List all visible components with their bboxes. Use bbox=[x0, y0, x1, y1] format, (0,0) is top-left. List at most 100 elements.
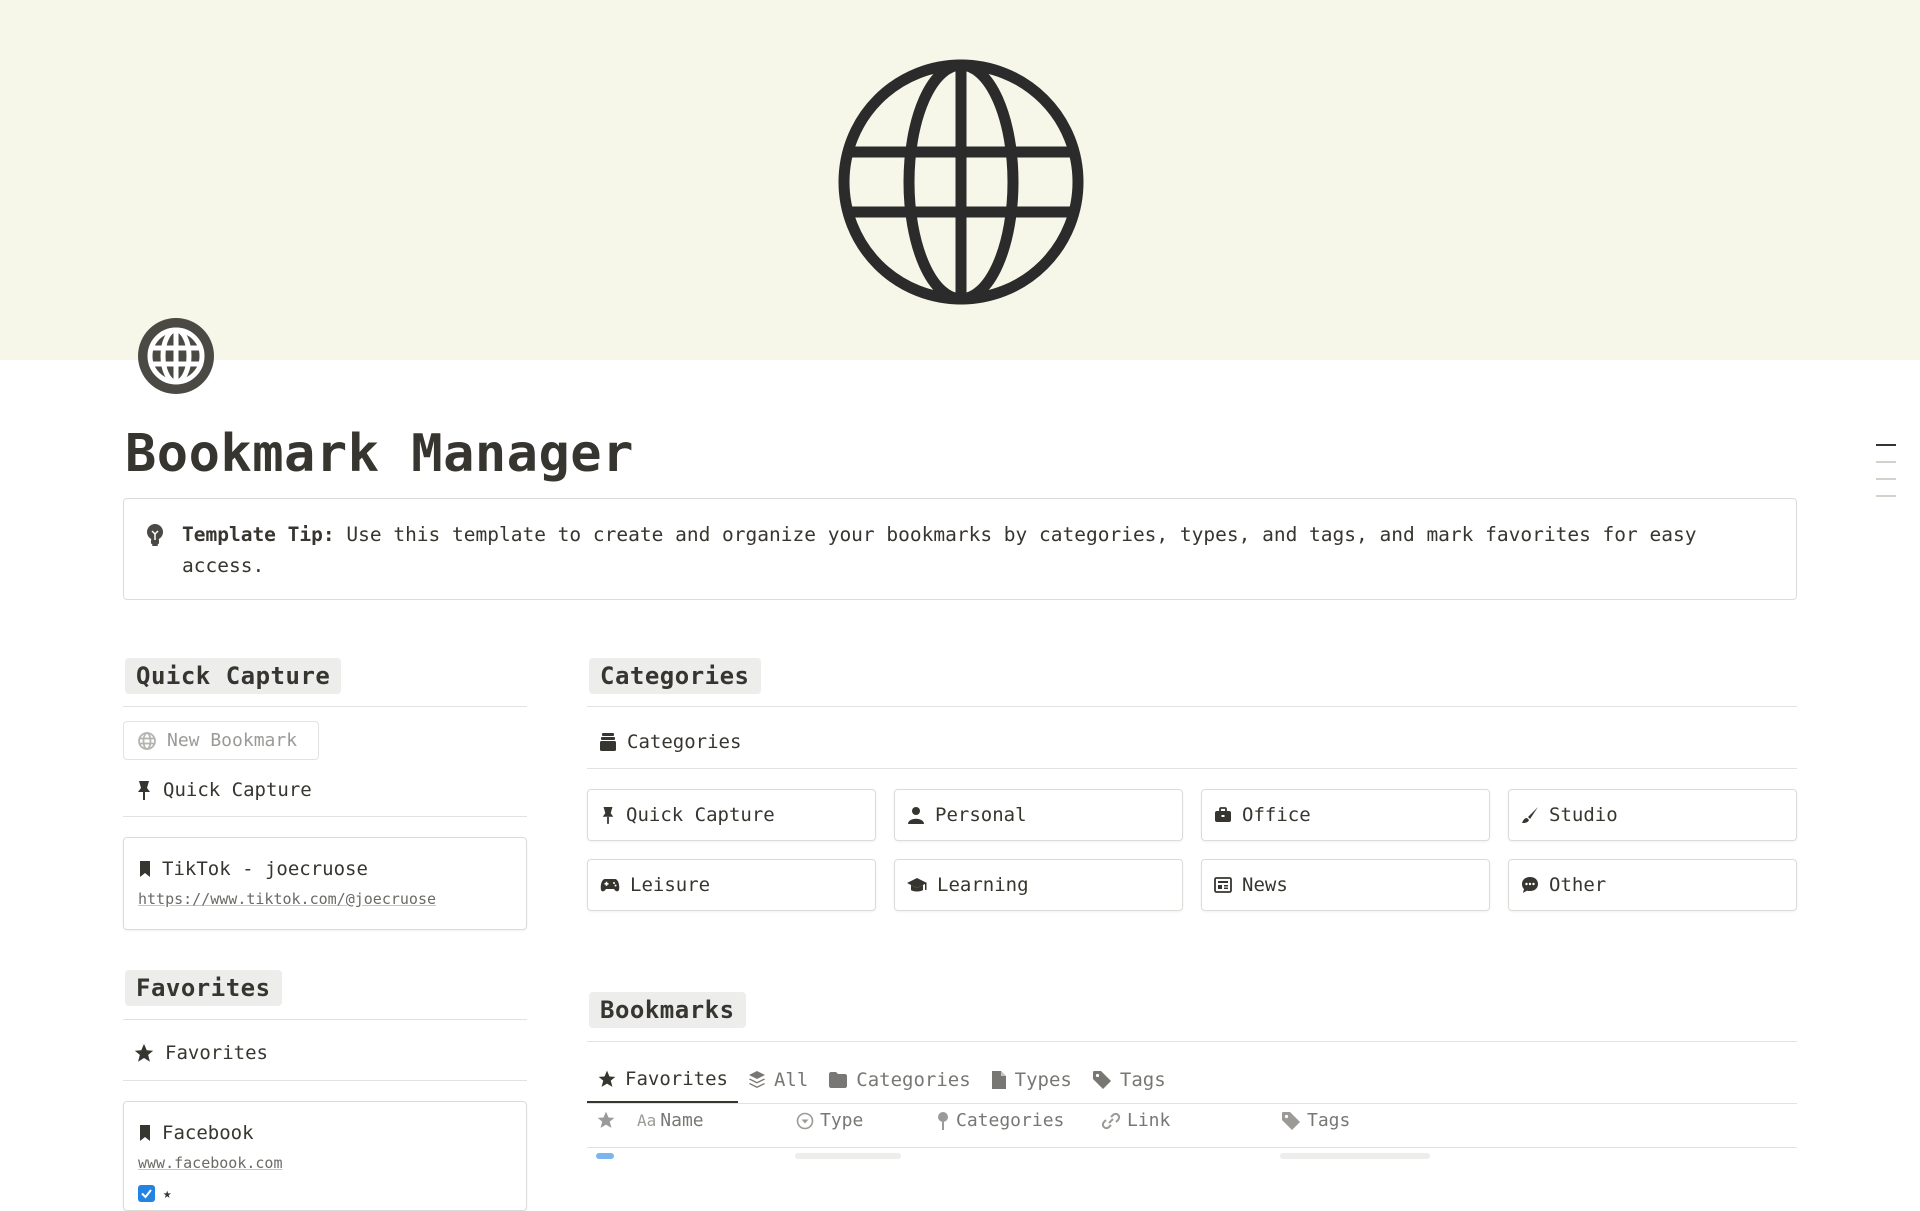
category-label: News bbox=[1242, 874, 1288, 896]
favorite-star-mark: ★ bbox=[163, 1185, 172, 1202]
pin-icon bbox=[138, 781, 150, 800]
card-title: Facebook bbox=[138, 1122, 254, 1144]
callout-label: Template Tip: bbox=[182, 523, 335, 546]
bookmark-card-facebook[interactable]: Facebook www.facebook.com ★ bbox=[123, 1101, 527, 1211]
category-card-studio[interactable]: Studio bbox=[1508, 789, 1797, 841]
star-icon bbox=[598, 1070, 616, 1087]
column-header-favorite[interactable] bbox=[596, 1110, 622, 1130]
category-card-office[interactable]: Office bbox=[1201, 789, 1490, 841]
lightbulb-icon bbox=[147, 524, 163, 546]
person-icon bbox=[908, 807, 924, 824]
callout-text: Template Tip: Use this template to creat… bbox=[182, 519, 1756, 581]
tab-label: Favorites bbox=[625, 1068, 728, 1090]
card-title: TikTok - joecruose bbox=[138, 858, 368, 880]
select-icon bbox=[796, 1112, 814, 1129]
category-card-learning[interactable]: Learning bbox=[894, 859, 1183, 911]
category-card-other[interactable]: Other bbox=[1508, 859, 1797, 911]
tab-favorites[interactable]: Favorites bbox=[587, 1057, 738, 1103]
tab-categories[interactable]: Categories bbox=[818, 1057, 980, 1103]
favorite-property: ★ bbox=[138, 1185, 171, 1202]
category-card-quick-capture[interactable]: Quick Capture bbox=[587, 789, 876, 841]
categories-view-tab[interactable]: Categories bbox=[599, 731, 741, 753]
category-label: Studio bbox=[1549, 804, 1618, 826]
archive-box-icon bbox=[600, 733, 616, 751]
page-globe-icon[interactable] bbox=[136, 316, 216, 396]
tab-types[interactable]: Types bbox=[981, 1057, 1082, 1103]
graduation-cap-icon bbox=[907, 878, 927, 892]
pin-icon bbox=[602, 807, 614, 824]
categories-heading: Categories bbox=[589, 658, 761, 694]
divider bbox=[123, 1080, 527, 1081]
newspaper-icon bbox=[1214, 877, 1232, 893]
quick-capture-heading: Quick Capture bbox=[125, 658, 342, 694]
bookmarks-view-tabs: Favorites All Categories Types Tags bbox=[587, 1057, 1176, 1103]
tab-label: Types bbox=[1014, 1069, 1072, 1091]
tag-icon bbox=[1092, 1071, 1111, 1089]
callout-body: Use this template to create and organize… bbox=[182, 523, 1697, 577]
star-icon bbox=[134, 1043, 154, 1062]
bookmarks-heading: Bookmarks bbox=[589, 992, 746, 1028]
checkbox-checked-icon[interactable] bbox=[138, 1185, 155, 1202]
tab-label: Tags bbox=[1119, 1069, 1166, 1091]
briefcase-icon bbox=[1215, 807, 1231, 822]
category-card-news[interactable]: News bbox=[1201, 859, 1490, 911]
column-header-name[interactable]: Aa Name bbox=[637, 1110, 704, 1131]
gamepad-icon bbox=[600, 879, 620, 892]
chat-bubble-icon bbox=[1522, 877, 1538, 893]
table-row-peek bbox=[795, 1153, 901, 1159]
card-title-text: Facebook bbox=[162, 1122, 254, 1144]
link-icon bbox=[1101, 1112, 1121, 1129]
bookmark-card-tiktok[interactable]: TikTok - joecruose https://www.tiktok.co… bbox=[123, 837, 527, 930]
column-label: Categories bbox=[956, 1110, 1065, 1131]
bookmark-icon bbox=[140, 861, 150, 877]
new-bookmark-button[interactable]: New Bookmark bbox=[123, 721, 319, 760]
divider bbox=[123, 706, 527, 707]
column-label: Name bbox=[660, 1110, 704, 1131]
favorites-view-tab[interactable]: Favorites bbox=[133, 1042, 268, 1064]
divider bbox=[123, 816, 527, 817]
document-icon bbox=[991, 1071, 1006, 1089]
tab-label: All bbox=[773, 1069, 809, 1091]
column-label: Tags bbox=[1307, 1110, 1351, 1131]
column-label: Type bbox=[820, 1110, 864, 1131]
template-tip-callout: Template Tip: Use this template to creat… bbox=[123, 498, 1797, 600]
column-header-link[interactable]: Link bbox=[1101, 1110, 1170, 1131]
divider bbox=[123, 1019, 527, 1020]
tag-icon bbox=[1282, 1111, 1300, 1130]
divider bbox=[587, 768, 1797, 769]
page-title: Bookmark Manager bbox=[125, 424, 634, 484]
card-link[interactable]: www.facebook.com bbox=[138, 1154, 283, 1172]
globe-icon bbox=[838, 59, 1084, 305]
quick-capture-view-tab[interactable]: Quick Capture bbox=[135, 779, 312, 801]
folder-icon bbox=[829, 1072, 848, 1088]
column-header-categories[interactable]: Categories bbox=[936, 1110, 1064, 1131]
favorites-heading: Favorites bbox=[125, 970, 282, 1006]
card-title-text: TikTok - joecruose bbox=[162, 858, 368, 880]
category-label: Other bbox=[1549, 874, 1607, 896]
category-label: Personal bbox=[935, 804, 1027, 826]
divider bbox=[587, 1103, 1797, 1104]
table-of-contents-minimap[interactable] bbox=[1876, 444, 1896, 512]
category-card-personal[interactable]: Personal bbox=[894, 789, 1183, 841]
text-aa-icon: Aa bbox=[637, 1111, 657, 1130]
tab-label: Categories bbox=[856, 1069, 971, 1091]
cover-banner bbox=[0, 0, 1920, 360]
card-link[interactable]: https://www.tiktok.com/@joecruose bbox=[138, 890, 436, 908]
bookmark-icon bbox=[140, 1125, 150, 1141]
layers-icon bbox=[748, 1071, 765, 1088]
tab-all[interactable]: All bbox=[738, 1057, 818, 1103]
category-card-leisure[interactable]: Leisure bbox=[587, 859, 876, 911]
column-header-tags[interactable]: Tags bbox=[1281, 1110, 1350, 1131]
table-row-peek bbox=[1280, 1153, 1430, 1159]
column-label: Link bbox=[1127, 1110, 1171, 1131]
divider bbox=[587, 1041, 1797, 1042]
divider bbox=[587, 706, 1797, 707]
divider bbox=[587, 1147, 1797, 1148]
favorites-view-label: Favorites bbox=[165, 1042, 268, 1064]
category-label: Office bbox=[1242, 804, 1311, 826]
relation-pin-icon bbox=[938, 1111, 948, 1130]
tab-tags[interactable]: Tags bbox=[1082, 1057, 1176, 1103]
new-bookmark-label: New Bookmark bbox=[167, 730, 298, 751]
category-label: Leisure bbox=[630, 874, 711, 896]
column-header-type[interactable]: Type bbox=[796, 1110, 863, 1131]
